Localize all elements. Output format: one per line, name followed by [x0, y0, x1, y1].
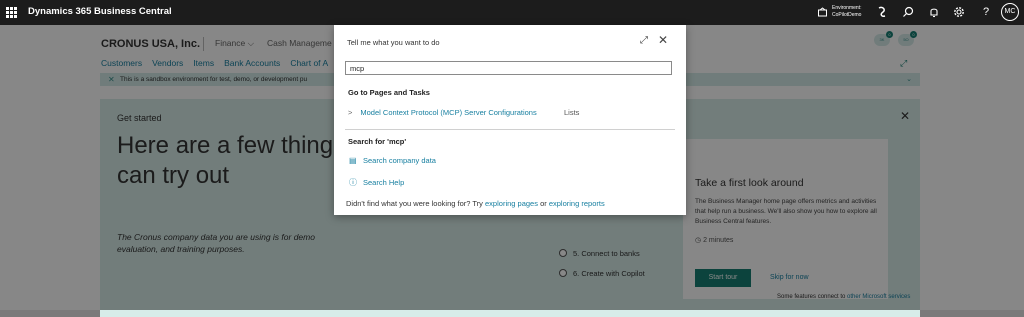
search-company-label: Search company data — [363, 156, 436, 165]
result-name: Model Context Protocol (MCP) Server Conf… — [360, 108, 537, 117]
app-launcher-icon[interactable] — [6, 7, 17, 18]
help-circle-icon: ⓘ — [349, 178, 357, 187]
environment-label: Environment: — [832, 5, 862, 11]
environment-icon — [818, 7, 827, 17]
search-result[interactable]: > Model Context Protocol (MCP) Server Con… — [348, 108, 537, 117]
search-company-data[interactable]: ▤ Search company data — [349, 156, 436, 165]
top-bar: Dynamics 365 Business Central Environmen… — [0, 0, 1024, 25]
environment-name: CoPilotDemo — [832, 12, 862, 18]
dialog-title: Tell me what you want to do — [347, 38, 440, 47]
dialog-footer: Didn't find what you were looking for? T… — [346, 199, 605, 208]
bell-icon[interactable] — [927, 5, 941, 19]
exploring-pages-link[interactable]: exploring pages — [485, 199, 538, 208]
expand-icon[interactable]: ⤢ — [640, 35, 648, 46]
document-icon: ▤ — [349, 156, 357, 165]
result-type: Lists — [564, 108, 580, 117]
search-help-label: Search Help — [363, 178, 405, 187]
section-pages-heading: Go to Pages and Tasks — [348, 88, 430, 97]
section-search-heading: Search for 'mcp' — [348, 137, 407, 146]
chevron-right-icon: > — [348, 108, 353, 117]
footer-prefix: Didn't find what you were looking for? T… — [346, 199, 483, 208]
search-input[interactable] — [345, 61, 672, 75]
gear-icon[interactable] — [952, 5, 966, 19]
search-icon[interactable] — [901, 5, 915, 19]
tell-me-dialog: Tell me what you want to do ⤢ ✕ Go to Pa… — [334, 25, 686, 215]
divider — [345, 129, 675, 130]
exploring-reports-link[interactable]: exploring reports — [549, 199, 605, 208]
app-title[interactable]: Dynamics 365 Business Central — [28, 6, 172, 17]
search-help[interactable]: ⓘ Search Help — [349, 177, 404, 188]
copilot-icon[interactable] — [875, 5, 889, 19]
help-icon[interactable]: ? — [979, 5, 993, 19]
footer-or: or — [540, 199, 547, 208]
close-icon[interactable]: ✕ — [658, 33, 668, 47]
avatar[interactable]: MC — [1001, 3, 1019, 21]
